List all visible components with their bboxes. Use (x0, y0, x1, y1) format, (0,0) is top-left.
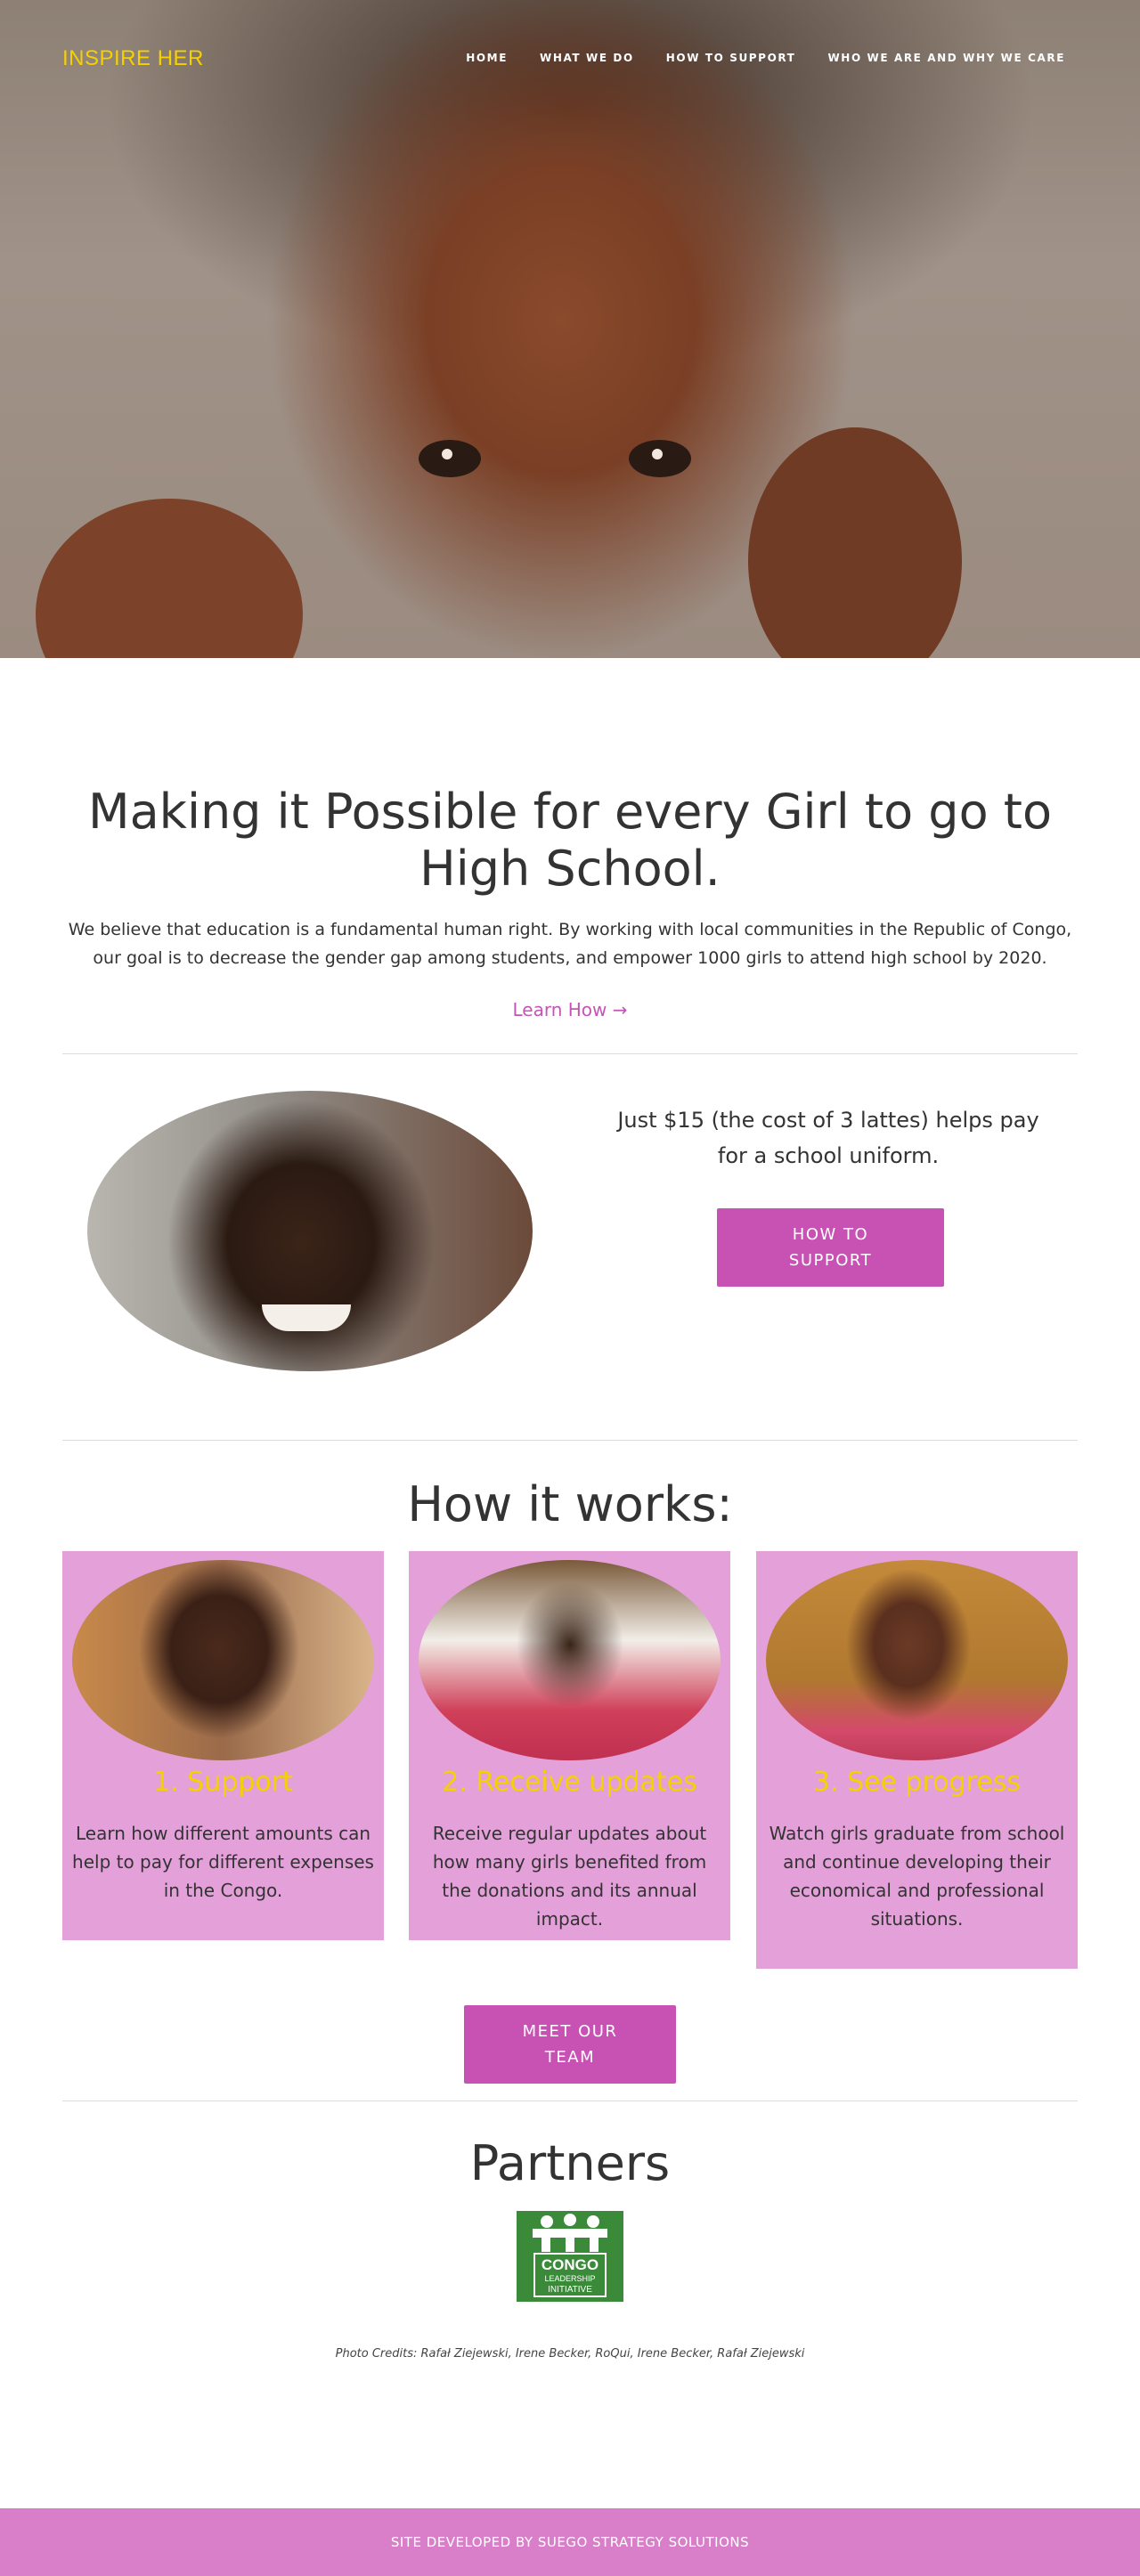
divider (62, 1053, 1078, 1054)
hero-banner: INSPIRE HER HOME WHAT WE DO HOW TO SUPPO… (0, 0, 1140, 658)
divider (62, 1440, 1078, 1441)
how-to-support-button[interactable]: HOW TO SUPPORT (717, 1208, 944, 1287)
photo-smile (262, 1304, 351, 1331)
step-text: Learn how different amounts can help to … (72, 1823, 374, 1901)
hero-photo-shoulder (748, 427, 962, 658)
site-footer: SITE DEVELOPED BY SUEGO STRATEGY SOLUTIO… (0, 2508, 1140, 2576)
step-text: Watch girls graduate from school and con… (769, 1823, 1065, 1930)
step-card-support: 1. Support Learn how different amounts c… (62, 1551, 384, 1940)
intro-text: We believe that education is a fundament… (68, 920, 1072, 968)
partner-logo-word: LEADERSHIP (544, 2274, 595, 2283)
partner-logo-word: CONGO (542, 2256, 598, 2273)
nav-who-we-are[interactable]: WHO WE ARE AND WHY WE CARE (827, 52, 1065, 64)
site-logo[interactable]: INSPIRE HER (62, 46, 204, 71)
intro-title: Making it Possible for every Girl to go … (87, 784, 1052, 897)
how-it-works-title: How it works: (407, 1476, 733, 1532)
step-title: 3. See progress (812, 1767, 1022, 1798)
photo-credits: Photo Credits: Rafał Ziejewski, Irene Be… (335, 2347, 805, 2361)
step-text: Receive regular updates about how many g… (432, 1823, 707, 1930)
step-title: 2. Receive updates (442, 1767, 697, 1798)
partner-logo-graphic: CONGO LEADERSHIP INITIATIVE (533, 2214, 607, 2297)
support-text: Just $15 (the cost of 3 lattes) helps pa… (617, 1108, 1039, 1168)
congo-leadership-initiative-logo[interactable]: CONGO LEADERSHIP INITIATIVE (517, 2211, 623, 2302)
hero-photo-eye (629, 440, 691, 477)
step-card-progress: 3. See progress Watch girls graduate fro… (756, 1551, 1078, 1969)
main-nav: HOME WHAT WE DO HOW TO SUPPORT WHO WE AR… (466, 52, 1065, 64)
hero-photo-shoulder (36, 499, 303, 658)
step-card-updates: 2. Receive updates Receive regular updat… (409, 1551, 730, 1940)
footer-text: SITE DEVELOPED BY SUEGO STRATEGY SOLUTIO… (390, 2534, 750, 2550)
hero-photo-eye (419, 440, 481, 477)
girl-hands-photo (72, 1560, 374, 1760)
partner-logo-word: INITIATIVE (548, 2285, 592, 2295)
girl-smiling-photo (87, 1091, 533, 1371)
girl-headband-photo (766, 1560, 1068, 1760)
partners-title: Partners (469, 2135, 671, 2191)
step-title: 1. Support (153, 1767, 293, 1798)
girl-with-wood-photo (419, 1560, 721, 1760)
nav-how-to-support[interactable]: HOW TO SUPPORT (666, 52, 796, 64)
meet-our-team-button[interactable]: MEET OUR TEAM (464, 2005, 676, 2084)
learn-how-link[interactable]: Learn How → (0, 999, 1140, 1020)
nav-home[interactable]: HOME (466, 52, 508, 64)
nav-what-we-do[interactable]: WHAT WE DO (540, 52, 634, 64)
